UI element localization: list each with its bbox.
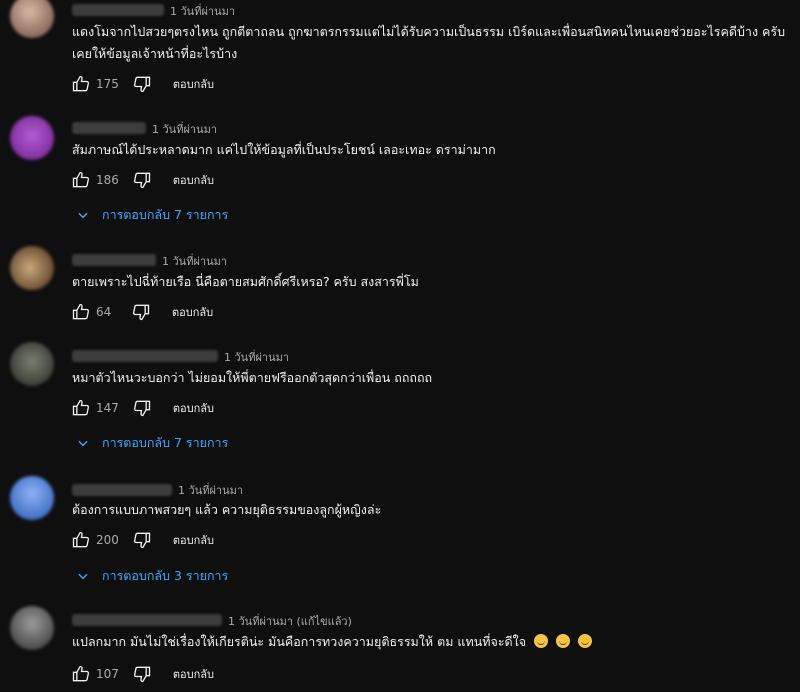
like-button[interactable] [70, 663, 92, 685]
reply-button[interactable]: ตอบกลับ [173, 399, 214, 417]
thumb-down-icon [133, 666, 151, 683]
comment-actions: 186 ตอบกลับ [70, 168, 214, 192]
replies-count-label: การตอบกลับ 3 รายการ [102, 568, 229, 583]
thumb-up-icon [72, 531, 90, 548]
like-count: 64 [96, 305, 112, 319]
thumb-down-icon [133, 172, 151, 189]
like-button[interactable] [70, 301, 92, 323]
comment-text: แดงโมจากไปสวยๆตรงไหน ถูกตีตาถลน ถูกฆาตรก… [72, 24, 786, 61]
thumb-up-icon [72, 75, 90, 92]
comment-actions: 175 ตอบกลับ [70, 72, 214, 96]
reply-button[interactable]: ตอบกลับ [173, 531, 214, 549]
like-count: 107 [96, 667, 119, 681]
thumb-up-icon [72, 171, 90, 188]
commenter-name[interactable] [72, 350, 218, 362]
comment-text: สัมภาษณ์ได้ประหลาดมาก แค่ไปให้ข้อมูลที่เ… [72, 142, 496, 157]
dislike-button[interactable] [131, 169, 153, 191]
comment-timestamp[interactable]: 1 วันที่ผ่านมา [178, 481, 243, 499]
comment-text: หมาตัวไหนวะบอกว่า ไม่ยอมให้พี่ตายฟรีออกต… [72, 370, 433, 385]
view-replies-button[interactable]: การตอบกลับ 3 รายการ [76, 566, 228, 586]
comment-timestamp[interactable]: 1 วันที่ผ่านมา [224, 348, 289, 366]
thumb-up-icon [72, 665, 90, 682]
grinning-sweat-emoji [578, 634, 593, 648]
view-replies-button[interactable]: การตอบกลับ 7 รายการ [76, 433, 228, 453]
thumb-down-icon [132, 304, 150, 321]
thumb-down-icon [133, 532, 151, 549]
reply-button[interactable]: ตอบกลับ [173, 665, 214, 683]
chevron-down-icon [78, 212, 88, 219]
like-button[interactable] [70, 397, 92, 419]
comment-timestamp[interactable]: 1 วันที่ผ่านมา (แก้ไขแล้ว) [228, 612, 352, 630]
avatar[interactable] [10, 246, 54, 290]
replies-count-label: การตอบกลับ 7 รายการ [102, 435, 229, 450]
avatar[interactable] [10, 0, 54, 38]
dislike-button[interactable] [131, 397, 153, 419]
comment-actions: 200 ตอบกลับ [70, 528, 214, 552]
like-count: 175 [96, 77, 119, 91]
avatar[interactable] [10, 342, 54, 386]
reply-button[interactable]: ตอบกลับ [173, 171, 214, 189]
grinning-sweat-emoji [534, 634, 549, 648]
dislike-button[interactable] [131, 73, 153, 95]
commenter-name[interactable] [72, 484, 172, 496]
dislike-button[interactable] [130, 301, 152, 323]
comment-text: ตายเพราะไปฉี่ท้ายเรือ นี่คือตายสมศักดิ์ศ… [72, 274, 419, 289]
grinning-sweat-emoji [556, 634, 571, 648]
commenter-name[interactable] [72, 614, 222, 626]
like-button[interactable] [70, 169, 92, 191]
like-count: 200 [96, 533, 119, 547]
thumb-down-icon [133, 76, 151, 93]
view-replies-button[interactable]: การตอบกลับ 7 รายการ [76, 205, 228, 225]
commenter-name[interactable] [72, 254, 156, 266]
like-count: 147 [96, 401, 119, 415]
chevron-down-icon [78, 573, 88, 580]
comment-text: แปลกมาก มันไม่ใช่เรื่องให้เกียรติน่ะ มัน… [72, 631, 787, 653]
comment-actions: 107 ตอบกลับ [70, 662, 214, 686]
thumb-up-icon [72, 399, 90, 416]
thumb-up-icon [72, 303, 90, 320]
like-button[interactable] [70, 529, 92, 551]
dislike-button[interactable] [131, 663, 153, 685]
comment-timestamp[interactable]: 1 วันที่ผ่านมา [162, 252, 227, 270]
comment-timestamp[interactable]: 1 วันที่ผ่านมา [152, 120, 217, 138]
reply-button[interactable]: ตอบกลับ [173, 75, 214, 93]
dislike-button[interactable] [131, 529, 153, 551]
comment-actions: 64 ตอบกลับ [70, 300, 213, 324]
avatar[interactable] [10, 116, 54, 160]
commenter-name[interactable] [72, 122, 146, 134]
comment-timestamp[interactable]: 1 วันที่ผ่านมา [170, 2, 235, 20]
avatar[interactable] [10, 606, 54, 650]
comment-text: ต้องการแบบภาพสวยๆ แล้ว ความยุติธรรมของลู… [72, 502, 382, 517]
replies-count-label: การตอบกลับ 7 รายการ [102, 207, 229, 222]
like-count: 186 [96, 173, 119, 187]
like-button[interactable] [70, 73, 92, 95]
comment-text-content: แปลกมาก มันไม่ใช่เรื่องให้เกียรติน่ะ มัน… [72, 634, 527, 649]
thumb-down-icon [133, 400, 151, 417]
avatar[interactable] [10, 476, 54, 520]
commenter-name[interactable] [72, 4, 164, 16]
chevron-down-icon [78, 440, 88, 447]
comment-actions: 147 ตอบกลับ [70, 396, 214, 420]
reply-button[interactable]: ตอบกลับ [172, 303, 213, 321]
